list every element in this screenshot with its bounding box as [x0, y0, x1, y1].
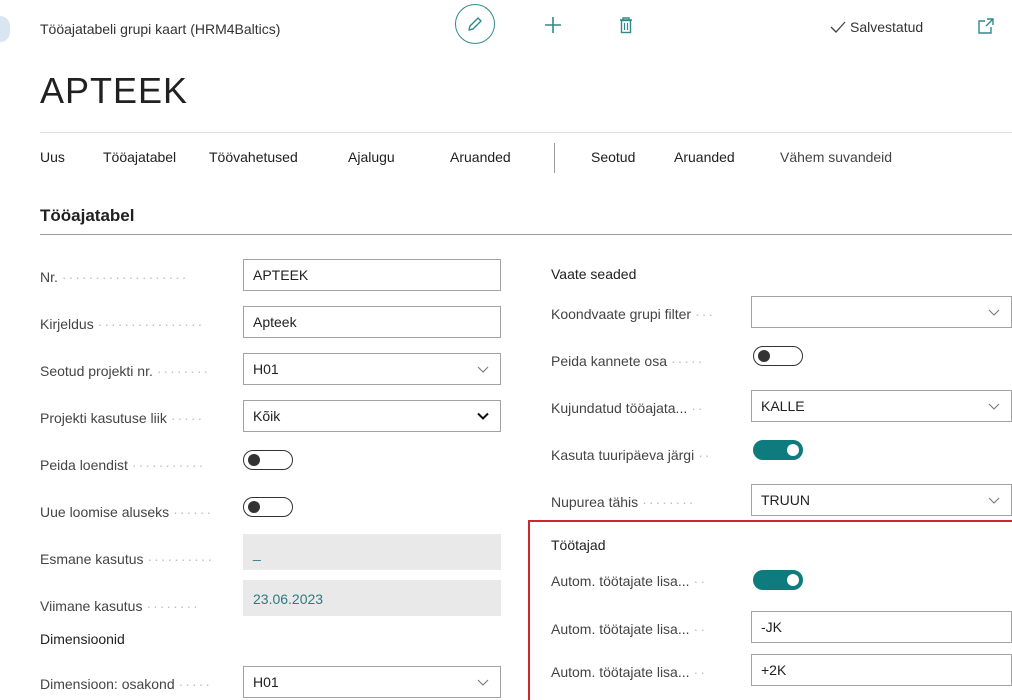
- seotud-projekt-value: H01: [253, 361, 279, 377]
- autom3-label: Autom. töötajate lisa... ··: [551, 664, 707, 680]
- autom1-label: Autom. töötajate lisa... ··: [551, 573, 707, 589]
- kirjeldus-field[interactable]: Apteek: [243, 306, 501, 338]
- koondvaate-select[interactable]: [751, 296, 1012, 328]
- toggle-knob: [758, 350, 770, 362]
- new-button[interactable]: [542, 14, 564, 36]
- dimensions-heading: Dimensioonid: [40, 631, 125, 647]
- seotud-projekt-select[interactable]: H01: [243, 353, 501, 385]
- action-less-options[interactable]: Vähem suvandeid: [780, 149, 892, 165]
- chevron-down-icon: [477, 679, 489, 686]
- chevron-down-icon: [477, 366, 489, 373]
- action-tooajatabel[interactable]: Tööajatabel: [103, 149, 176, 165]
- projekti-liik-value: Kõik: [253, 408, 281, 424]
- chevron-down-icon: [988, 309, 1000, 316]
- autom1-toggle[interactable]: [753, 570, 803, 590]
- action-bar: Uus Tööajatabel Töövahetused Ajalugu Aru…: [40, 132, 1012, 184]
- autom2-field[interactable]: -JK: [751, 611, 1012, 643]
- tuuripaev-label: Kasuta tuuripäeva järgi ··: [551, 447, 712, 463]
- nr-label: Nr. ···················: [40, 269, 189, 285]
- action-aruanded[interactable]: Aruanded: [450, 149, 511, 165]
- plus-icon: [545, 17, 561, 33]
- nupurea-value: TRUUN: [761, 492, 810, 508]
- edit-button[interactable]: [455, 4, 495, 44]
- action-seotud[interactable]: Seotud: [591, 149, 635, 165]
- autom2-label: Autom. töötajate lisa... ··: [551, 621, 707, 637]
- projekti-liik-label: Projekti kasutuse liik ·····: [40, 410, 205, 426]
- peida-kannete-label: Peida kannete osa ·····: [551, 353, 705, 369]
- page-title: APTEEK: [40, 70, 189, 111]
- projekti-liik-select[interactable]: Kõik: [243, 400, 501, 432]
- kirjeldus-label: Kirjeldus ················: [40, 316, 205, 332]
- viimane-label: Viimane kasutus ········: [40, 598, 200, 614]
- chevron-down-icon: [477, 412, 489, 420]
- page-header: Tööajatabeli grupi kaart (HRM4Baltics) S…: [0, 0, 1012, 60]
- section-divider: [40, 234, 1012, 235]
- kujundatud-value: KALLE: [761, 398, 805, 414]
- checkmark-icon: [830, 21, 846, 33]
- page-caption: Tööajatabeli grupi kaart (HRM4Baltics): [40, 21, 281, 37]
- seotud-projekt-label: Seotud projekti nr. ········: [40, 363, 211, 379]
- esmane-label: Esmane kasutus ··········: [40, 551, 215, 567]
- action-aruanded-2[interactable]: Aruanded: [674, 149, 735, 165]
- toggle-knob: [248, 454, 260, 466]
- saved-label: Salvestatud: [850, 19, 924, 35]
- kujundatud-label: Kujundatud tööajata... ··: [551, 400, 705, 416]
- chevron-down-icon: [988, 497, 1000, 504]
- toggle-knob: [248, 501, 260, 513]
- tuuripaev-toggle[interactable]: [753, 440, 803, 460]
- trash-icon: [620, 17, 632, 34]
- section-title[interactable]: Tööajatabel: [40, 206, 134, 226]
- nupurea-label: Nupurea tähis ········: [551, 494, 696, 510]
- nupurea-select[interactable]: TRUUN: [751, 484, 1012, 516]
- autom3-field[interactable]: +2K: [751, 654, 1012, 686]
- kujundatud-select[interactable]: KALLE: [751, 390, 1012, 422]
- toggle-knob: [787, 444, 799, 456]
- popout-icon[interactable]: [977, 17, 995, 35]
- action-toovahetused[interactable]: Töövahetused: [209, 149, 298, 165]
- delete-button[interactable]: [617, 14, 635, 36]
- employees-heading: Töötajad: [551, 537, 606, 553]
- chevron-down-icon: [988, 403, 1000, 410]
- nr-field[interactable]: APTEEK: [243, 259, 501, 291]
- uue-loomise-label: Uue loomise aluseks ······: [40, 504, 214, 520]
- uue-loomise-toggle[interactable]: [243, 497, 293, 517]
- action-separator: [554, 143, 555, 173]
- action-ajalugu[interactable]: Ajalugu: [348, 149, 395, 165]
- saved-status: Salvestatud: [830, 19, 923, 35]
- toggle-knob: [787, 574, 799, 586]
- peida-kannete-toggle[interactable]: [753, 346, 803, 366]
- action-uus[interactable]: Uus: [40, 149, 65, 165]
- viimane-field: 23.06.2023: [243, 580, 501, 616]
- peida-loendist-toggle[interactable]: [243, 450, 293, 470]
- osakond-value: H01: [253, 674, 279, 690]
- pencil-icon: [468, 17, 482, 31]
- esmane-field: _: [243, 534, 501, 570]
- view-settings-heading: Vaate seaded: [551, 266, 637, 282]
- osakond-label: Dimensioon: osakond ·····: [40, 676, 212, 692]
- peida-loendist-label: Peida loendist ···········: [40, 457, 206, 473]
- koondvaate-label: Koondvaate grupi filter ···: [551, 306, 716, 322]
- osakond-select[interactable]: H01: [243, 666, 501, 698]
